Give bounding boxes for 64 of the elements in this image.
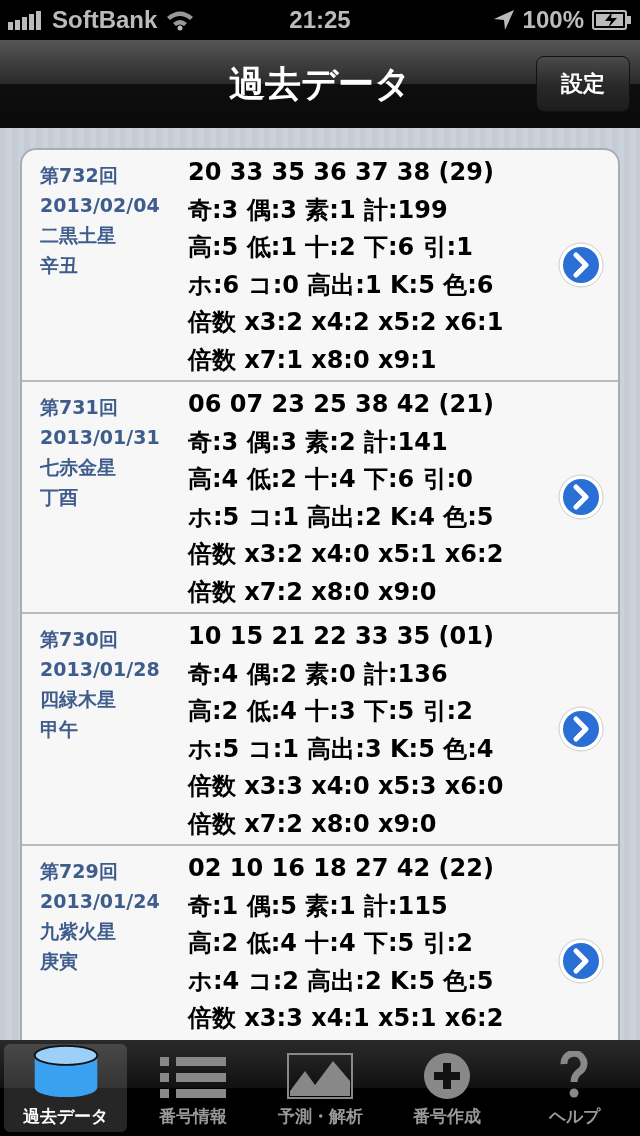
stats-line: ホ:4 コ:2 高出:2 K:5 色:5 [188, 965, 494, 997]
star-sign: 七赤金星 [40, 455, 116, 480]
zodiac-sign: 甲午 [40, 717, 78, 742]
star-sign: 二黒土星 [40, 223, 116, 248]
stats-line: 奇:3 偶:3 素:2 計:141 [188, 426, 448, 458]
battery-percent: 100% [522, 6, 584, 34]
zodiac-sign: 辛丑 [40, 253, 78, 278]
disclosure-button[interactable] [558, 706, 604, 752]
location-arrow-icon [492, 9, 515, 31]
stats-line: 倍数 x3:2 x4:2 x5:2 x6:1 [188, 307, 504, 338]
signal-icon [8, 10, 44, 30]
draw-date: 2013/01/24 [40, 889, 160, 914]
stats-line: 倍数 x3:2 x4:0 x5:1 x6:2 [188, 539, 504, 570]
winning-numbers: 20 33 35 36 37 38 (29) [188, 157, 494, 188]
stats-line: 奇:3 偶:3 素:1 計:199 [188, 194, 448, 226]
draw-date: 2013/01/31 [40, 425, 160, 450]
tab-item[interactable]: 過去データ [4, 1044, 128, 1132]
stats-line: ホ:5 コ:1 高出:3 K:5 色:4 [188, 733, 494, 765]
list-icon [159, 1057, 226, 1099]
star-sign: 四緑木星 [40, 687, 116, 712]
disclosure-button[interactable] [558, 474, 604, 520]
round-number: 第730回 [40, 627, 118, 652]
clock-time: 21:25 [289, 6, 351, 34]
stats-line: 奇:4 偶:2 素:0 計:136 [188, 658, 448, 690]
draw-date: 2013/01/28 [40, 657, 160, 682]
battery-charging-icon [592, 9, 632, 31]
disclosure-button[interactable] [558, 938, 604, 984]
zodiac-sign: 庚寅 [40, 949, 78, 974]
winning-numbers: 06 07 23 25 38 42 (21) [188, 389, 494, 420]
carrier-name: SoftBank [52, 6, 158, 34]
stats-line: 高:5 低:1 十:2 下:6 引:1 [188, 232, 473, 263]
tab-item[interactable]: 番号作成 [385, 1044, 509, 1132]
tab-item[interactable]: ヘルプ [512, 1044, 636, 1132]
stats-line: 奇:1 偶:5 素:1 計:115 [188, 890, 448, 922]
winning-numbers: 10 15 21 22 33 35 (01) [188, 621, 494, 652]
round-number: 第731回 [40, 395, 118, 420]
stats-line: 倍数 x7:1 x8:0 x9:1 [188, 344, 437, 376]
tab-item[interactable]: 番号情報 [131, 1044, 255, 1132]
tab-item[interactable]: 予測・解析 [258, 1044, 382, 1132]
winning-numbers: 02 10 16 18 27 42 (22) [188, 853, 494, 884]
stats-line: ホ:6 コ:0 高出:1 K:5 色:6 [188, 269, 494, 301]
round-number: 第729回 [40, 859, 118, 884]
stats-line: 高:2 低:4 十:3 下:5 引:2 [188, 696, 473, 727]
star-sign: 九紫火星 [40, 919, 116, 944]
stats-line: 高:2 低:4 十:4 下:5 引:2 [188, 928, 473, 959]
page-title: 過去データ [229, 61, 411, 106]
stats-line: 高:4 低:2 十:4 下:6 引:0 [188, 464, 473, 495]
draw-row[interactable]: 第730回 2013/01/28 四緑木星 甲午 10 15 21 22 33 35 (01) 奇:4 偶:2 素:0 計:136 高:2 低:4 十:3 下:5 引:2 ホ:5 コ:1 高出:3 K:5 色:4 倍数 x3:3 x4:0 x5:3 x6:0 倍数 x7:2 x8:0 x9:0 [22, 614, 618, 846]
draw-row[interactable]: 第732回 2013/02/04 二黒土星 辛丑 20 33 35 36 37 38 (29) 奇:3 偶:3 素:1 計:199 高:5 低:1 十:2 下:6 引:1 ホ:6 コ:0 高出:1 K:5 色:6 倍数 x3:2 x4:2 x5:2 x6:1 倍数 x7:1 x8:0 x9:1 [22, 150, 618, 382]
mountain-chart-icon [287, 1053, 353, 1099]
draw-date: 2013/02/04 [40, 193, 160, 218]
stats-line: 倍数 x3:3 x4:0 x5:3 x6:0 [188, 771, 504, 802]
settings-button[interactable]: 設定 [536, 56, 630, 112]
draw-row[interactable]: 第731回 2013/01/31 七赤金星 丁酉 06 07 23 25 38 42 (21) 奇:3 偶:3 素:2 計:141 高:4 低:2 十:4 下:6 引:0 ホ:5 コ:1 高出:2 K:4 色:5 倍数 x3:2 x4:0 x5:1 x6:2 倍数 x7:2 x8:0 x9:0 [22, 382, 618, 614]
zodiac-sign: 丁酉 [40, 485, 78, 510]
round-number: 第732回 [40, 163, 118, 188]
stats-line: 倍数 x3:3 x4:1 x5:1 x6:2 [188, 1003, 504, 1034]
plus-circle-icon [424, 1053, 471, 1099]
stats-line: 倍数 x7:2 x8:0 x9:0 [188, 808, 437, 840]
stats-line: ホ:5 コ:1 高出:2 K:4 色:5 [188, 501, 494, 533]
stats-line: 倍数 x7:2 x8:0 x9:0 [188, 576, 437, 608]
wifi-icon [165, 9, 196, 31]
disclosure-button[interactable] [558, 242, 604, 288]
question-mark-icon [559, 1051, 590, 1099]
